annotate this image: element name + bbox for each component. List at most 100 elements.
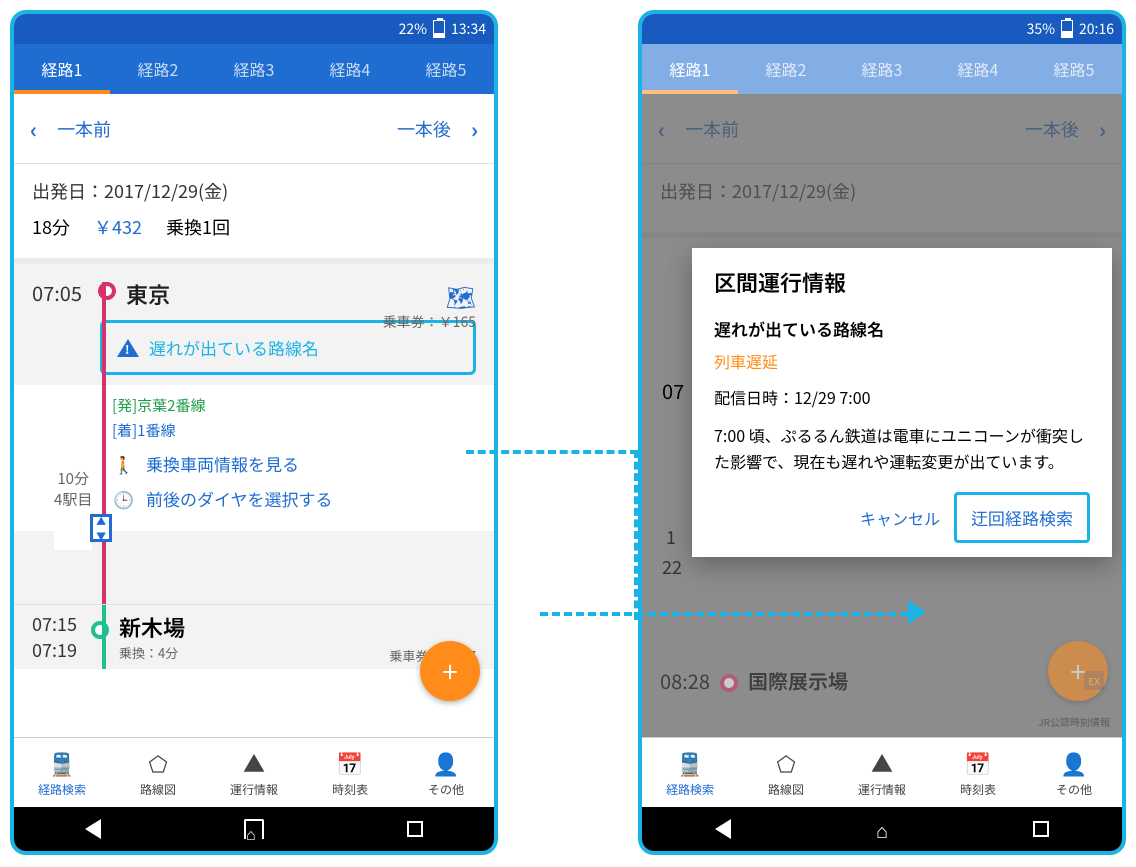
warning-icon: ▲ [871, 747, 893, 779]
dialog-reroute-button[interactable]: 迂回経路検索 [954, 492, 1090, 543]
arrowhead-icon [908, 600, 926, 624]
bottom-nav: 🚆経路検索 ⬠路線図 ▲運行情報 📅時刻表 👤その他 [642, 737, 1122, 807]
dialog-body: 7:00 頃、ぷるるん鉄道は電車にユニコーンが衝突した影響で、現在も遅れや運転変… [714, 423, 1090, 474]
station-name: 東京 [126, 278, 170, 310]
ticket-price: 乗車券：￥165 [383, 312, 476, 332]
route-tabs: 経路1 経路2 経路3 経路4 経路5 [14, 44, 494, 94]
android-back-icon[interactable] [715, 819, 731, 839]
battery-icon [1061, 20, 1073, 38]
seg-time: 08:28 [660, 666, 710, 695]
chevron-right-icon: › [471, 113, 478, 145]
chevron-left-icon: ‹ [30, 113, 37, 145]
status-time: 20:16 [1079, 19, 1114, 39]
tab-route-1[interactable]: 経路1 [14, 44, 110, 94]
station-node-icon [720, 674, 738, 692]
seg2-transfer: 乗換：4分 [119, 643, 185, 662]
arr-platform: [着]1番線 [112, 420, 476, 441]
warning-icon [117, 339, 139, 357]
nav-traffic-info[interactable]: ▲運行情報 [834, 738, 930, 807]
tab-route-5[interactable]: 経路5 [398, 44, 494, 94]
battery-icon [433, 20, 445, 38]
tab-route-3[interactable]: 経路3 [834, 44, 930, 94]
seg2-time2: 07:19 [32, 637, 77, 663]
nav-route-search[interactable]: 🚆経路検索 [642, 738, 738, 807]
calendar-icon: 📅 [964, 747, 991, 779]
fab-add-button[interactable]: + [420, 641, 480, 701]
tab-route-2[interactable]: 経路2 [738, 44, 834, 94]
polygon-icon: ⬠ [148, 747, 167, 779]
android-home-icon[interactable]: ⌂ [244, 819, 264, 839]
dep-platform: [発]京葉2番線 [112, 395, 476, 416]
station-node-icon [98, 282, 116, 300]
dialog-cancel-button[interactable]: キャンセル [860, 506, 940, 530]
android-nav-bar: ⌂ [14, 807, 494, 851]
plus-icon: + [442, 651, 458, 691]
status-bar: 35% 20:16 [642, 14, 1122, 44]
segment-1: 07:05 東京 🗺 乗車券：￥165 遅れが出ている路線名 10分 4駅目 ▲… [14, 264, 494, 604]
status-time: 13:34 [451, 19, 486, 39]
fare-label: ￥432 [94, 214, 142, 240]
map-icon[interactable]: 🗺 [446, 278, 476, 313]
nav-more[interactable]: 👤その他 [1026, 738, 1122, 807]
tab-route-1[interactable]: 経路1 [642, 44, 738, 94]
train-icon: 🚆 [48, 747, 75, 779]
dialog-title: 区間運行情報 [714, 266, 1090, 298]
jr-note: JR公認時刻情報 [1038, 714, 1110, 729]
seg2-station: 新木場 [119, 611, 185, 643]
dialog-line-name: 遅れが出ている路線名 [714, 316, 1090, 341]
fab-add-button[interactable]: + [1048, 641, 1108, 701]
nav-more[interactable]: 👤その他 [398, 738, 494, 807]
warning-icon: ▲ [243, 747, 265, 779]
delay-alert-label: 遅れが出ている路線名 [149, 335, 319, 360]
transfers-label: 乗換1回 [166, 214, 230, 240]
nav-route-search[interactable]: 🚆経路検索 [14, 738, 110, 807]
prev-train-button[interactable]: ‹一本前 [30, 113, 111, 145]
battery-percent: 22% [399, 19, 427, 39]
partial-22: 22 [662, 554, 682, 580]
prev-next-row: ‹一本前 一本後› [14, 94, 494, 164]
train-icon: 🚆 [676, 747, 703, 779]
service-info-dialog: 区間運行情報 遅れが出ている路線名 列車遅延 配信日時：12/29 7:00 7… [692, 248, 1112, 557]
android-home-icon[interactable]: ⌂ [876, 815, 888, 844]
tab-route-2[interactable]: 経路2 [110, 44, 206, 94]
polygon-icon: ⬠ [776, 747, 795, 779]
route-tabs: 経路1 経路2 経路3 経路4 経路5 [642, 44, 1122, 94]
partial-time-07: 07 [662, 376, 684, 405]
expand-icon[interactable]: ▲▼ [90, 514, 112, 542]
bottom-nav: 🚆経路検索 ⬠路線図 ▲運行情報 📅時刻表 👤その他 [14, 737, 494, 807]
tab-route-4[interactable]: 経路4 [302, 44, 398, 94]
flow-arrow-segment [540, 612, 920, 616]
android-recent-icon[interactable] [1033, 821, 1049, 837]
calendar-icon: 📅 [336, 747, 363, 779]
transfer-car-info-link[interactable]: 🚶 乗換車両情報を見る [112, 451, 476, 476]
nav-timetable[interactable]: 📅時刻表 [302, 738, 398, 807]
nav-route-map[interactable]: ⬠路線図 [738, 738, 834, 807]
flow-arrow-segment [634, 450, 638, 620]
tab-route-3[interactable]: 経路3 [206, 44, 302, 94]
battery-percent: 35% [1027, 19, 1055, 39]
tab-route-4[interactable]: 経路4 [930, 44, 1026, 94]
person-icon: 👤 [432, 747, 459, 779]
mid-info: 10分 4駅目 ▲▼ [54, 464, 92, 550]
android-back-icon[interactable] [85, 819, 101, 839]
phone-left: 22% 13:34 経路1 経路2 経路3 経路4 経路5 ‹一本前 一本後› … [10, 10, 498, 855]
phone-right: 35% 20:16 経路1 経路2 経路3 経路4 経路5 ‹一本前 一本後› … [638, 10, 1126, 855]
person-icon: 👤 [1060, 747, 1087, 779]
route-summary: 出発日：2017/12/29(金) 18分 ￥432 乗換1回 [14, 164, 494, 264]
schedule-select-link[interactable]: 🕒 前後のダイヤを選択する [112, 486, 476, 511]
clock-icon: 🕒 [112, 486, 136, 511]
seg-station: 国際展示場 [748, 666, 848, 695]
nav-traffic-info[interactable]: ▲運行情報 [206, 738, 302, 807]
station-node-icon [91, 621, 109, 639]
tab-route-5[interactable]: 経路5 [1026, 44, 1122, 94]
next-train-button[interactable]: 一本後› [397, 113, 478, 145]
dep-time: 07:05 [32, 278, 88, 307]
android-recent-icon[interactable] [407, 821, 423, 837]
seg2-time1: 07:15 [32, 611, 77, 637]
departure-date: 出発日：2017/12/29(金) [32, 178, 476, 204]
nav-timetable[interactable]: 📅時刻表 [930, 738, 1026, 807]
nav-route-map[interactable]: ⬠路線図 [110, 738, 206, 807]
dialog-status: 列車遅延 [714, 349, 1090, 373]
plus-icon: + [1070, 651, 1086, 691]
dialog-timestamp: 配信日時：12/29 7:00 [714, 385, 1090, 409]
